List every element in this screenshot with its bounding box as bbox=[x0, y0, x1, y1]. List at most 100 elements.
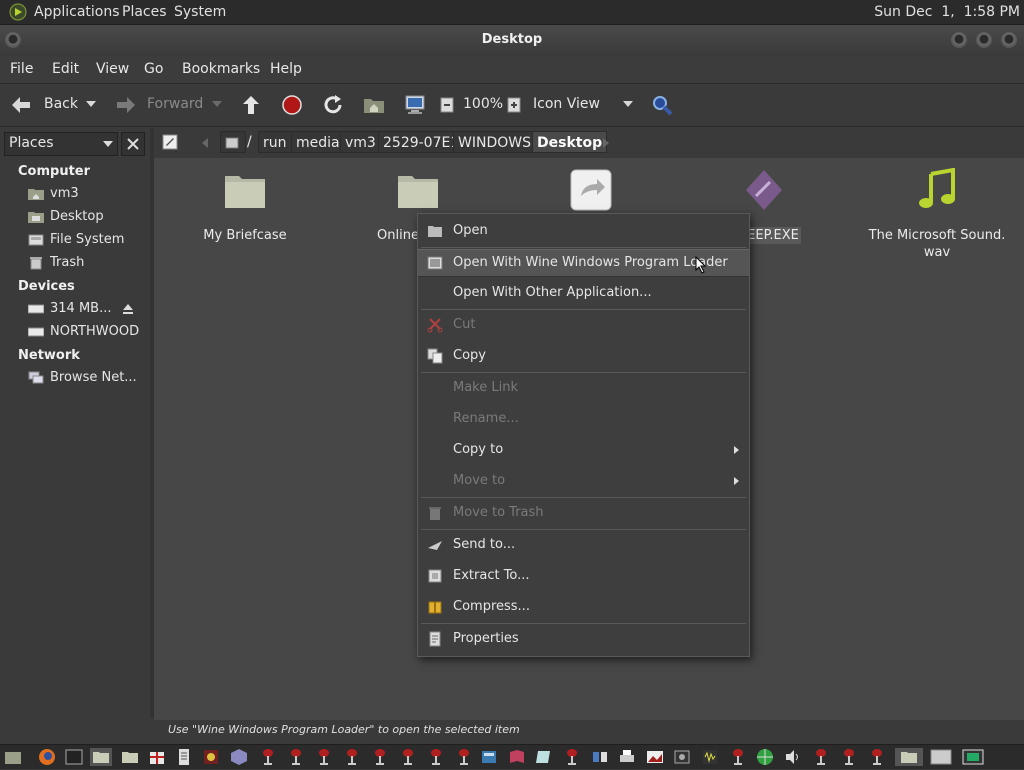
stop-icon[interactable] bbox=[282, 95, 302, 115]
folder-icon[interactable] bbox=[121, 748, 139, 766]
menu-item-move-to[interactable]: Move to bbox=[418, 468, 749, 494]
sidebar-item-vm3[interactable]: vm3 bbox=[28, 185, 146, 205]
applications-menu[interactable]: Applications bbox=[34, 4, 120, 20]
cube-icon[interactable] bbox=[230, 748, 248, 766]
sidebar-item-northwood[interactable]: NORTHWOOD bbox=[28, 323, 146, 343]
workspace-1-icon[interactable] bbox=[895, 748, 923, 766]
wine-glass-icon[interactable] bbox=[812, 748, 830, 766]
book-icon[interactable] bbox=[508, 748, 526, 766]
show-desktop-icon[interactable] bbox=[4, 748, 22, 766]
up-arrow-icon[interactable] bbox=[241, 94, 261, 116]
wine-glass-icon[interactable] bbox=[563, 748, 581, 766]
network-connect-icon[interactable] bbox=[591, 748, 609, 766]
file-manager-task-icon[interactable] bbox=[90, 748, 112, 766]
search-icon[interactable] bbox=[651, 94, 673, 116]
zoom-in-icon[interactable] bbox=[507, 97, 521, 113]
media-icon[interactable] bbox=[673, 748, 691, 766]
zoom-out-icon[interactable] bbox=[440, 97, 454, 113]
chevron-down-icon bbox=[103, 141, 113, 147]
places-menu[interactable]: Places bbox=[122, 4, 167, 20]
crumb-vm3[interactable]: vm3 bbox=[340, 131, 381, 153]
sidebar-close-button[interactable] bbox=[121, 132, 145, 156]
clock[interactable]: Sun Dec 1, 1:58 PM bbox=[874, 4, 1020, 20]
system-menu[interactable]: System bbox=[174, 4, 226, 20]
back-history-dropdown-icon[interactable] bbox=[86, 101, 96, 107]
menu-item-compress[interactable]: Compress... bbox=[418, 594, 749, 620]
wine-glass-icon[interactable] bbox=[371, 748, 389, 766]
edit-location-icon[interactable] bbox=[162, 134, 178, 150]
forward-button[interactable]: Forward bbox=[147, 96, 203, 112]
close-button[interactable] bbox=[1001, 32, 1017, 48]
view-mode-dropdown-icon[interactable] bbox=[623, 101, 633, 107]
calculator-icon[interactable] bbox=[480, 748, 498, 766]
menu-item-copy-to[interactable]: Copy to bbox=[418, 437, 749, 463]
home-folder-icon[interactable] bbox=[363, 96, 385, 114]
computer-icon[interactable] bbox=[404, 94, 426, 116]
workspace-2-icon[interactable] bbox=[927, 748, 955, 766]
menu-file[interactable]: File bbox=[10, 61, 33, 77]
menu-go[interactable]: Go bbox=[144, 61, 163, 77]
gnome-foot-icon[interactable] bbox=[9, 3, 27, 21]
forward-arrow-icon[interactable] bbox=[115, 95, 137, 115]
view-mode-select[interactable]: Icon View bbox=[533, 96, 600, 112]
crumb-2529-07e1[interactable]: 2529-07E1 bbox=[378, 131, 465, 153]
wine-glass-icon[interactable] bbox=[343, 748, 361, 766]
places-selector[interactable]: Places bbox=[4, 132, 118, 156]
globe-icon[interactable] bbox=[756, 748, 774, 766]
workspace-3-icon[interactable] bbox=[959, 748, 987, 766]
wine-glass-icon[interactable] bbox=[287, 748, 305, 766]
paper-icon[interactable] bbox=[535, 748, 553, 766]
zoom-level[interactable]: 100% bbox=[463, 96, 503, 112]
sound-editor-icon[interactable] bbox=[701, 748, 719, 766]
firefox-icon[interactable] bbox=[38, 748, 56, 766]
wine-glass-icon[interactable] bbox=[427, 748, 445, 766]
forward-history-dropdown-icon[interactable] bbox=[212, 101, 222, 107]
path-scroll-right-icon[interactable] bbox=[603, 138, 609, 148]
image-viewer-icon[interactable] bbox=[646, 748, 664, 766]
wine-glass-icon[interactable] bbox=[840, 748, 858, 766]
wine-glass-icon[interactable] bbox=[868, 748, 886, 766]
menu-item-open-with-other[interactable]: Open With Other Application... bbox=[418, 280, 749, 306]
maximize-button[interactable] bbox=[976, 32, 992, 48]
printer-icon[interactable] bbox=[618, 748, 636, 766]
reload-icon[interactable] bbox=[322, 94, 344, 116]
menu-item-extract-to[interactable]: Extract To... bbox=[418, 563, 749, 589]
games-icon[interactable] bbox=[202, 748, 220, 766]
title-bar[interactable]: Desktop bbox=[0, 25, 1024, 55]
menu-item-cut[interactable]: Cut bbox=[418, 312, 749, 338]
wine-glass-icon[interactable] bbox=[315, 748, 333, 766]
volume-icon[interactable] bbox=[784, 748, 802, 766]
sidebar-item-browse-network[interactable]: Browse Net... bbox=[28, 369, 146, 389]
wine-glass-icon[interactable] bbox=[729, 748, 747, 766]
crumb-run[interactable]: run bbox=[258, 131, 292, 153]
menu-item-copy[interactable]: Copy bbox=[418, 343, 749, 369]
menu-view[interactable]: View bbox=[96, 61, 129, 77]
menu-item-properties[interactable]: Properties bbox=[418, 626, 749, 652]
sidebar-item-desktop[interactable]: Desktop bbox=[28, 208, 146, 228]
wine-glass-icon[interactable] bbox=[259, 748, 277, 766]
menu-item-rename[interactable]: Rename... bbox=[418, 406, 749, 432]
crumb-root[interactable]: / bbox=[243, 131, 256, 153]
gift-icon[interactable] bbox=[148, 748, 166, 766]
menu-item-send-to[interactable]: Send to... bbox=[418, 532, 749, 558]
menu-item-move-to-trash[interactable]: Move to Trash bbox=[418, 500, 749, 526]
eject-icon[interactable] bbox=[122, 303, 134, 315]
wine-glass-icon[interactable] bbox=[399, 748, 417, 766]
back-arrow-icon[interactable] bbox=[10, 95, 32, 115]
sidebar-item-file-system[interactable]: File System bbox=[28, 231, 146, 251]
back-button[interactable]: Back bbox=[44, 96, 78, 112]
path-scroll-left-icon[interactable] bbox=[202, 138, 208, 148]
menu-bookmarks[interactable]: Bookmarks bbox=[182, 61, 260, 77]
wine-glass-icon[interactable] bbox=[455, 748, 473, 766]
crumb-desktop[interactable]: Desktop bbox=[532, 131, 608, 153]
minimize-button[interactable] bbox=[951, 32, 967, 48]
terminal-icon[interactable] bbox=[65, 748, 83, 766]
crumb-windows[interactable]: WINDOWS bbox=[453, 131, 536, 153]
crumb-media[interactable]: media bbox=[291, 131, 345, 153]
notes-icon[interactable] bbox=[175, 748, 193, 766]
menu-edit[interactable]: Edit bbox=[52, 61, 79, 77]
menu-item-make-link[interactable]: Make Link bbox=[418, 375, 749, 401]
sidebar-item-trash[interactable]: Trash bbox=[28, 254, 146, 274]
menu-item-open[interactable]: Open bbox=[418, 218, 749, 244]
menu-help[interactable]: Help bbox=[270, 61, 302, 77]
